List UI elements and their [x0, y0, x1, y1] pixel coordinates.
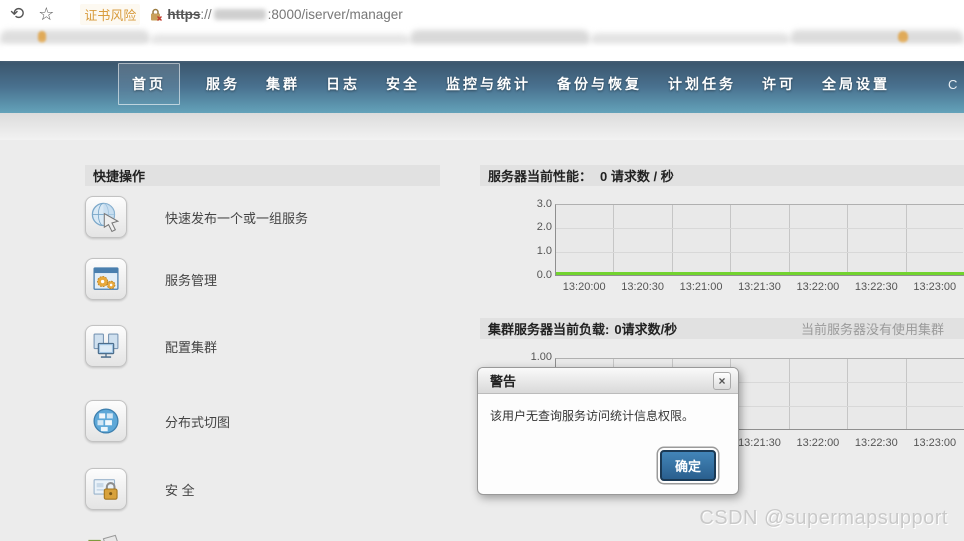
nav-item-security[interactable]: 安全 — [386, 74, 420, 94]
requests-series-line — [556, 272, 964, 275]
nav-item-home[interactable]: 首页 — [118, 63, 180, 105]
nav-item-cluster[interactable]: 集群 — [266, 74, 300, 94]
x-tick: 13:22:00 — [789, 281, 847, 293]
y-tick: 2.0 — [526, 222, 552, 233]
x-tick: 13:20:00 — [555, 281, 613, 293]
url-separator: :// — [200, 7, 211, 22]
cluster-section-header: 集群服务器当前负载: 0请求数/秒 当前服务器没有使用集群 — [480, 318, 964, 339]
distributed-tiling-icon — [85, 400, 127, 442]
dialog-title: 警告 — [478, 371, 516, 390]
main-navbar: 首页 服务 集群 日志 安全 监控与统计 备份与恢复 计划任务 许可 全局设置 … — [0, 55, 964, 113]
nav-item-scheduled-tasks[interactable]: 计划任务 — [668, 74, 736, 94]
nav-item-monitoring[interactable]: 监控与统计 — [446, 74, 531, 94]
folder-icon — [85, 528, 127, 541]
nav-menu: 首页 服务 集群 日志 安全 监控与统计 备份与恢复 计划任务 许可 全局设置 — [0, 63, 890, 105]
publish-service-icon — [85, 196, 127, 238]
redacted-favicon — [38, 31, 46, 43]
bookmarks-bar-redacted — [0, 27, 964, 61]
x-tick: 13:20:30 — [613, 281, 671, 293]
x-tick: 13:22:30 — [847, 437, 905, 449]
quick-op-label[interactable]: 配置集群 — [165, 337, 217, 356]
insecure-lock-icon[interactable] — [148, 7, 163, 22]
cluster-title: 集群服务器当前负载: — [480, 319, 609, 338]
nav-item-backup[interactable]: 备份与恢复 — [557, 74, 642, 94]
nav-item-license[interactable]: 许可 — [762, 74, 796, 94]
address-bar[interactable]: https:// :8000/iserver/manager — [163, 7, 402, 22]
x-tick: 13:23:00 — [906, 437, 964, 449]
cluster-note: 当前服务器没有使用集群 — [801, 319, 944, 338]
url-suffix: :8000/iserver/manager — [268, 7, 403, 22]
url-host-redacted — [214, 9, 266, 20]
nav-right-clipped-text: C — [948, 77, 957, 92]
gridline — [556, 228, 963, 229]
security-icon — [85, 468, 127, 510]
performance-title: 服务器当前性能： — [480, 166, 592, 185]
ok-button[interactable]: 确定 — [660, 450, 716, 481]
nav-item-global-settings[interactable]: 全局设置 — [822, 74, 890, 94]
performance-plot-area — [555, 204, 964, 276]
quick-op-label[interactable]: 安 全 — [165, 480, 195, 499]
quick-op-security[interactable]: 安 全 — [85, 468, 195, 510]
y-tick: 0.0 — [526, 270, 552, 281]
x-tick: 13:21:00 — [672, 281, 730, 293]
x-tick: 13:23:00 — [906, 281, 964, 293]
quick-op-service-management[interactable]: 服务管理 — [85, 258, 217, 300]
x-tick: 13:21:30 — [730, 437, 788, 449]
close-icon[interactable]: × — [713, 372, 731, 390]
certificate-risk-label[interactable]: 证书风险 — [80, 4, 140, 25]
redaction-wave — [0, 44, 964, 57]
y-tick: 1.00 — [520, 352, 552, 363]
performance-chart: 3.0 2.0 1.0 0.0 13:20:00 13:20:30 13:21:… — [480, 200, 964, 295]
x-tick: 13:22:00 — [789, 437, 847, 449]
nav-item-services[interactable]: 服务 — [206, 74, 240, 94]
sub-toolbar — [0, 113, 964, 140]
redacted-favicon — [898, 31, 908, 43]
quick-op-configure-cluster[interactable]: 配置集群 — [85, 325, 217, 367]
browser-toolbar: ⟲ ☆ 证书风险 https:// :8000/iserver/manager — [0, 0, 964, 28]
quick-op-publish-service[interactable]: 快速发布一个或一组服务 — [85, 196, 308, 238]
quick-ops-title: 快捷操作 — [85, 166, 145, 185]
cluster-value: 0请求数/秒 — [614, 319, 677, 338]
nav-item-logs[interactable]: 日志 — [326, 74, 360, 94]
quick-op-label[interactable]: 分布式切图 — [165, 412, 230, 431]
service-management-icon — [85, 258, 127, 300]
y-tick: 1.0 — [526, 246, 552, 257]
page: ⟲ ☆ 证书风险 https:// :8000/iserver/manager 首… — [0, 0, 964, 541]
quick-op-partial-folder[interactable] — [85, 528, 127, 541]
y-tick: 3.0 — [526, 199, 552, 210]
x-tick: 13:22:30 — [847, 281, 905, 293]
gridline — [556, 252, 963, 253]
quick-op-label[interactable]: 快速发布一个或一组服务 — [165, 208, 308, 227]
dialog-titlebar[interactable]: 警告 × — [478, 368, 738, 394]
warning-dialog: 警告 × 该用户无查询服务访问统计信息权限。 确定 — [477, 367, 739, 495]
performance-value: 0 请求数 / 秒 — [600, 166, 674, 185]
quick-ops-header: 快捷操作 — [85, 165, 440, 186]
quick-op-distributed-tiling[interactable]: 分布式切图 — [85, 400, 230, 442]
watermark: CSDN @supermapsupport — [699, 507, 948, 530]
dialog-message: 该用户无查询服务访问统计信息权限。 — [478, 394, 738, 437]
configure-cluster-icon — [85, 325, 127, 367]
x-axis-ticks: 13:20:00 13:20:30 13:21:00 13:21:30 13:2… — [555, 281, 964, 293]
favorite-star-icon[interactable]: ☆ — [38, 4, 54, 25]
back-icon[interactable]: ⟲ — [10, 4, 24, 24]
performance-section-header: 服务器当前性能： 0 请求数 / 秒 — [480, 165, 964, 186]
quick-op-label[interactable]: 服务管理 — [165, 270, 217, 289]
url-scheme: https — [167, 7, 200, 22]
x-tick: 13:21:30 — [730, 281, 788, 293]
